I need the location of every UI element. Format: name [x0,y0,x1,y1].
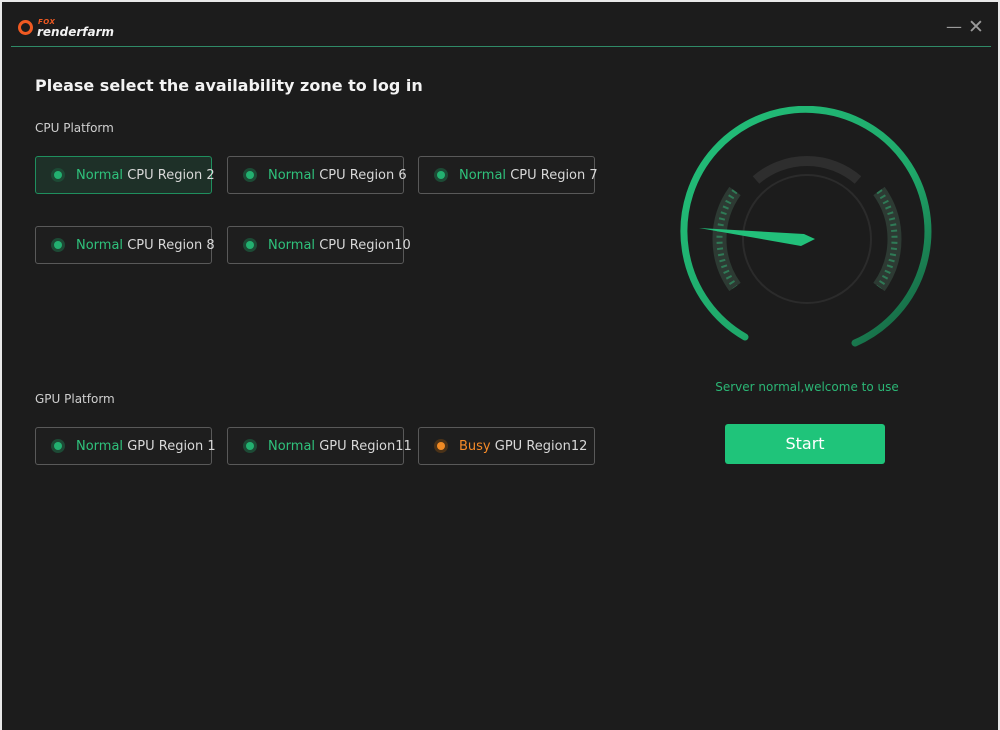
region-status: Normal [76,168,124,183]
region-status: Normal [459,168,507,183]
region-name: CPU Region 2 [127,168,215,183]
title-divider [11,46,991,47]
region-cpu-8[interactable]: Normal CPU Region 8 [35,226,215,264]
region-status: Normal [268,168,316,183]
close-button[interactable]: ✕ [967,18,985,37]
status-normal-icon [246,442,254,450]
login-window: FOX renderfarm — ✕ Please select the ava… [2,2,998,730]
region-name: GPU Region12 [494,439,588,454]
region-name: GPU Region 1 [127,439,216,454]
region-status: Normal [268,238,316,253]
logo-bottom-text: renderfarm [37,25,114,39]
status-normal-icon [54,442,62,450]
region-cpu-2[interactable]: Normal CPU Region 2 [35,156,215,194]
start-button[interactable]: Start [725,424,885,464]
region-gpu-11[interactable]: Normal GPU Region11 [227,427,412,465]
fox-logo-icon [18,20,33,35]
region-status: Normal [76,238,124,253]
region-status: Normal [76,439,124,454]
server-status-text: Server normal,welcome to use [715,380,899,394]
region-name: CPU Region 6 [319,168,407,183]
region-name: CPU Region 7 [510,168,598,183]
status-normal-icon [54,241,62,249]
status-normal-icon [54,171,62,179]
status-normal-icon [246,241,254,249]
region-cpu-10[interactable]: Normal CPU Region10 [227,226,411,264]
region-gpu-1[interactable]: Normal GPU Region 1 [35,427,216,465]
speedometer-icon [680,106,932,347]
status-busy-icon [437,442,445,450]
minimize-button[interactable]: — [945,18,963,36]
region-cpu-6[interactable]: Normal CPU Region 6 [227,156,407,194]
region-name: GPU Region11 [319,439,412,454]
region-name: CPU Region 8 [127,238,215,253]
status-normal-icon [246,171,254,179]
gpu-platform-label: GPU Platform [35,392,115,406]
region-gpu-12[interactable]: Busy GPU Region12 [418,427,595,465]
region-cpu-7[interactable]: Normal CPU Region 7 [418,156,598,194]
region-name: CPU Region10 [319,238,411,253]
status-normal-icon [437,171,445,179]
cpu-platform-label: CPU Platform [35,121,114,135]
page-title: Please select the availability zone to l… [35,76,423,95]
region-status: Busy [459,439,491,454]
region-status: Normal [268,439,316,454]
title-bar: FOX renderfarm — ✕ [2,2,998,47]
